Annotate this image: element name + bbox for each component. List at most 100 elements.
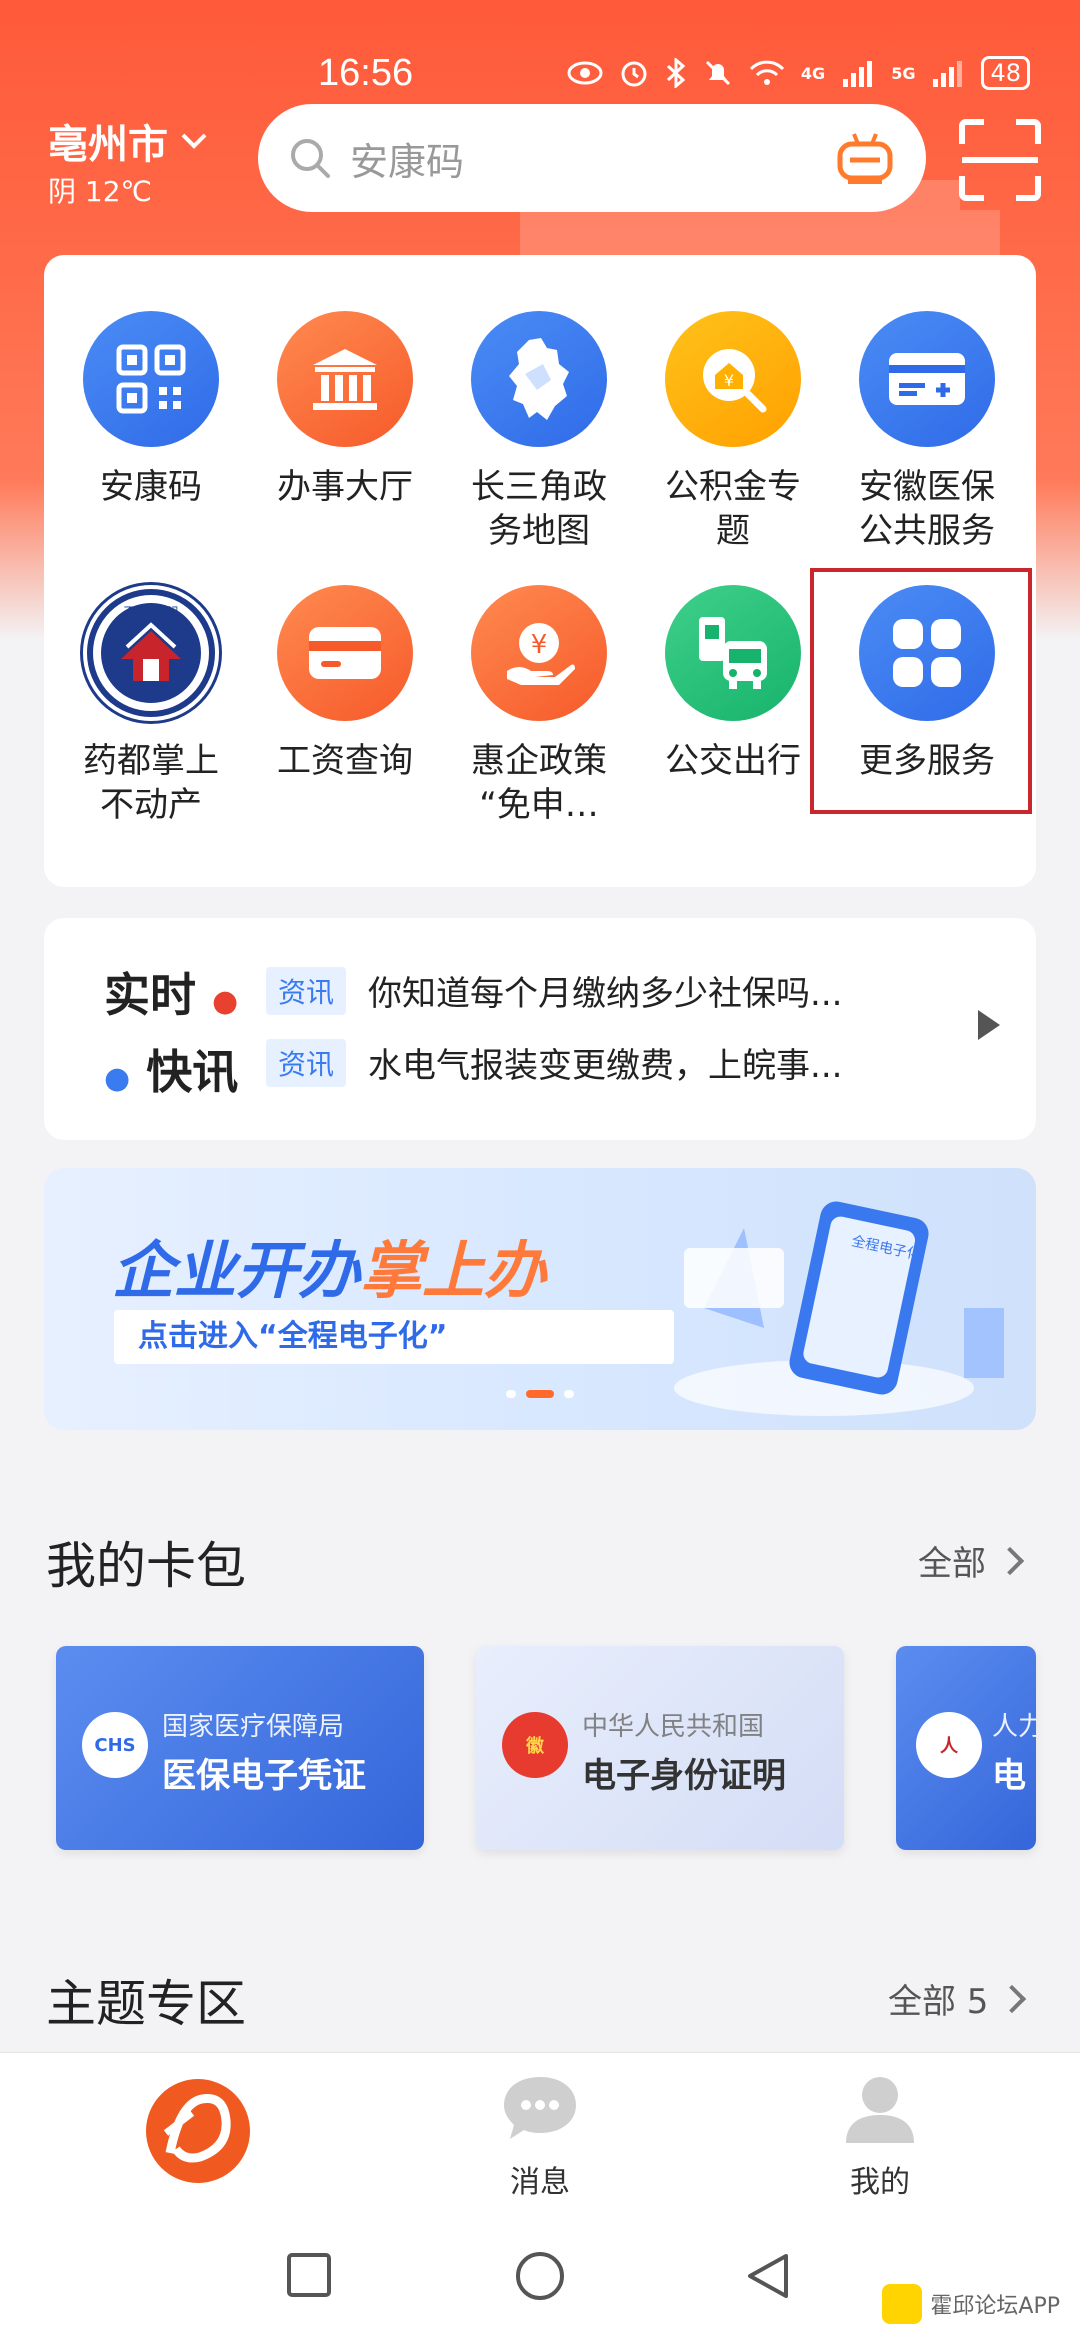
svg-text:¥: ¥ bbox=[724, 371, 734, 390]
home-circle-icon[interactable] bbox=[514, 2250, 566, 2302]
play-arrow-icon[interactable] bbox=[978, 1010, 1000, 1040]
banner-subtitle: 点击进入“全程电子化” bbox=[114, 1310, 674, 1364]
card-name: 电 bbox=[992, 1756, 1026, 1796]
chevron-down-icon bbox=[181, 133, 207, 149]
tab-label: 我的 bbox=[850, 2165, 910, 2200]
service-bus-travel[interactable]: 公交出行 bbox=[638, 585, 828, 783]
banner-title: 企业开办掌上办 bbox=[112, 1234, 547, 1307]
qr-code-icon bbox=[83, 311, 219, 447]
signal-5g-label: 5G bbox=[891, 63, 916, 83]
card-name: 医保电子凭证 bbox=[162, 1756, 366, 1796]
city-selector[interactable]: 亳州市 bbox=[48, 112, 208, 170]
real-estate-seal-icon: 不动产登记 bbox=[83, 585, 219, 721]
chs-logo-icon: CHS bbox=[82, 1712, 148, 1778]
watermark: 霍邱论坛APP bbox=[882, 2284, 1060, 2324]
wallet-title: 我的卡包 bbox=[46, 1537, 246, 1595]
news-brand: 实时 ● ● 快讯 bbox=[104, 968, 239, 1099]
tab-mine[interactable]: 我的 bbox=[800, 2073, 960, 2201]
message-bubble-icon bbox=[504, 2077, 576, 2139]
service-salary-query[interactable]: 工资查询 bbox=[250, 585, 440, 783]
search-placeholder: 安康码 bbox=[350, 139, 465, 184]
service-label: 办事大厅 bbox=[277, 467, 413, 507]
promo-banner[interactable]: 企业开办掌上办 点击进入“全程电子化” 全程电子化 bbox=[44, 1168, 1036, 1430]
weather-text: 阴 12℃ bbox=[48, 175, 152, 208]
mute-bell-icon bbox=[705, 60, 730, 86]
watermark-logo-icon bbox=[882, 2284, 923, 2324]
wallet-card-icon bbox=[277, 585, 413, 721]
chevron-right-icon bbox=[998, 1984, 1027, 2013]
status-icons: 4G 5G 48 bbox=[567, 56, 1030, 90]
service-yangtze-map[interactable]: 长三角政 务地图 bbox=[444, 311, 634, 553]
wallet-card-medical[interactable]: CHS 国家医疗保障局 医保电子凭证 bbox=[56, 1646, 424, 1850]
yuan-hand-icon: ¥ bbox=[471, 585, 607, 721]
alarm-icon bbox=[621, 61, 647, 87]
tab-messages[interactable]: 消息 bbox=[460, 2073, 620, 2201]
card-org: 国家医疗保障局 bbox=[162, 1712, 345, 1742]
service-enterprise-policy[interactable]: ¥ 惠企政策 “免申… bbox=[444, 585, 634, 827]
service-label: 公积金专题 bbox=[665, 467, 801, 551]
news-text: 水电气报装变更缴费，上皖事... bbox=[368, 1046, 843, 1086]
city-name: 亳州市 bbox=[48, 122, 168, 168]
recents-square-icon[interactable] bbox=[284, 2250, 334, 2300]
topics-title: 主题专区 bbox=[46, 1975, 246, 2033]
svg-text:¥: ¥ bbox=[531, 630, 548, 660]
national-emblem-icon: 徽 bbox=[502, 1712, 568, 1778]
card-name: 电子身份证明 bbox=[582, 1756, 786, 1796]
status-bar: 16:56 4G 5G 48 bbox=[0, 52, 1080, 102]
service-label: 长三角政 务地图 bbox=[471, 467, 607, 551]
news-item[interactable]: 资讯 你知道每个月缴纳多少社保吗... bbox=[266, 966, 842, 1015]
service-label: 工资查询 bbox=[277, 741, 413, 781]
service-label: 安康码 bbox=[100, 467, 202, 507]
tab-home[interactable] bbox=[118, 2073, 278, 2193]
hr-emblem-icon: 人 bbox=[916, 1712, 982, 1778]
bluetooth-icon bbox=[666, 58, 686, 88]
scan-icon[interactable] bbox=[958, 118, 1042, 202]
news-item[interactable]: 资讯 水电气报装变更缴费，上皖事... bbox=[266, 1038, 842, 1087]
service-label: 药都掌上 不动产 bbox=[83, 741, 219, 825]
hall-building-icon bbox=[277, 311, 413, 447]
news-tag: 资讯 bbox=[266, 1038, 347, 1087]
housing-fund-icon: ¥ bbox=[665, 311, 801, 447]
topics-more-link[interactable]: 全部 5 bbox=[888, 1974, 1027, 2023]
service-ankang-code[interactable]: 安康码 bbox=[56, 311, 246, 509]
bottom-tab-bar: 消息 我的 bbox=[0, 2052, 1080, 2222]
service-housing-fund[interactable]: ¥ 公积金专题 bbox=[638, 311, 828, 553]
news-ticker[interactable]: 实时 ● ● 快讯 资讯 你知道每个月缴纳多少社保吗... 资讯 水电气报装变更… bbox=[44, 918, 1036, 1140]
service-real-estate[interactable]: 不动产登记 药都掌上 不动产 bbox=[56, 585, 246, 827]
phone-illustration: 全程电子化 bbox=[674, 1201, 1004, 1416]
news-text: 你知道每个月缴纳多少社保吗... bbox=[368, 974, 843, 1014]
search-bar[interactable]: 安康码 bbox=[258, 104, 926, 212]
service-hall[interactable]: 办事大厅 bbox=[250, 311, 440, 509]
card-org: 中华人民共和国 bbox=[582, 1712, 765, 1742]
service-label: 安徽医保 公共服务 bbox=[859, 467, 995, 551]
search-icon bbox=[291, 139, 330, 178]
robot-assistant-icon[interactable] bbox=[834, 130, 896, 186]
signal-4g-label: 4G bbox=[800, 63, 826, 83]
back-triangle-icon[interactable] bbox=[744, 2250, 792, 2302]
signal-bars-icon bbox=[843, 61, 873, 87]
map-icon bbox=[471, 311, 607, 447]
status-time: 16:56 bbox=[318, 52, 414, 94]
signal-bars-icon-2 bbox=[933, 61, 963, 87]
tab-label: 消息 bbox=[510, 2165, 570, 2200]
service-anhui-medical[interactable]: 安徽医保 公共服务 bbox=[832, 311, 1022, 553]
service-label: 公交出行 bbox=[665, 741, 801, 781]
wallet-card-id[interactable]: 徽 中华人民共和国 电子身份证明 bbox=[476, 1646, 844, 1850]
battery-indicator: 48 bbox=[981, 56, 1030, 90]
eye-icon bbox=[567, 61, 603, 85]
wifi-icon bbox=[749, 60, 785, 85]
card-org: 人力 bbox=[992, 1712, 1036, 1742]
carousel-dots bbox=[506, 1390, 574, 1398]
svg-text:不动产登记: 不动产登记 bbox=[124, 604, 179, 618]
system-nav-bar: 霍邱论坛APP bbox=[0, 2222, 1080, 2340]
wallet-card-partial[interactable]: 人 人力 电 bbox=[896, 1646, 1036, 1850]
home-logo-icon bbox=[146, 2079, 250, 2183]
news-tag: 资讯 bbox=[266, 966, 347, 1015]
bus-icon bbox=[665, 585, 801, 721]
medical-card-icon bbox=[859, 311, 995, 447]
person-icon bbox=[846, 2077, 914, 2143]
chevron-right-icon bbox=[995, 1546, 1025, 1575]
wallet-more-link[interactable]: 全部 bbox=[918, 1536, 1025, 1585]
more-services-highlight bbox=[810, 568, 1032, 814]
service-label: 惠企政策 “免申… bbox=[471, 741, 607, 825]
